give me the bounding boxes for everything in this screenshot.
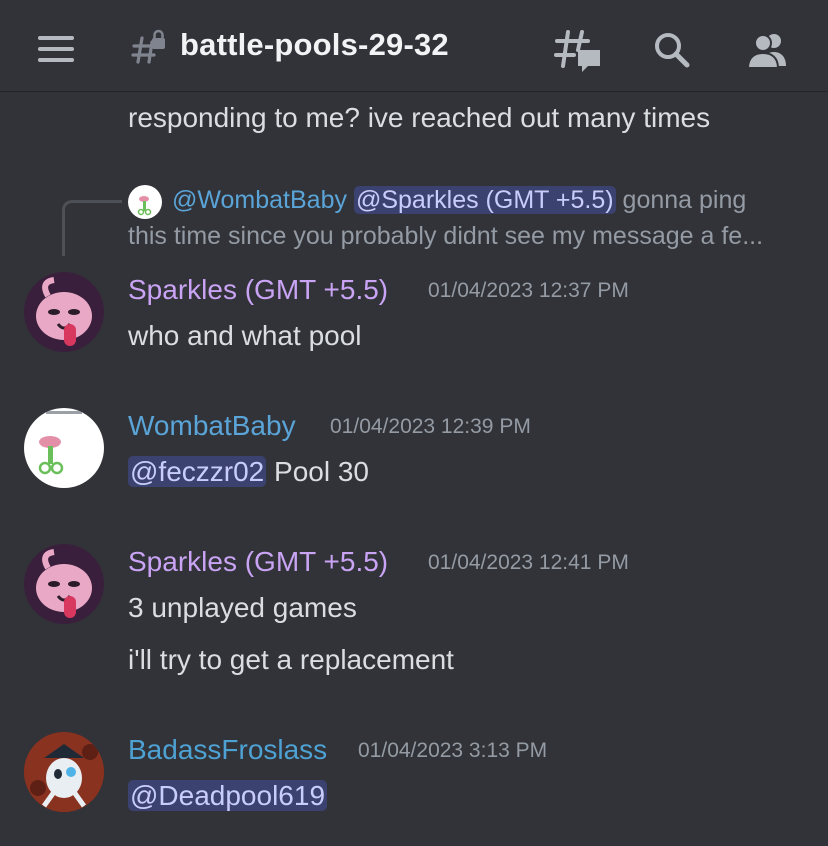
- reply-mention[interactable]: @Sparkles (GMT +5.5): [353, 186, 616, 214]
- message-text: 3 unplayed games: [128, 592, 357, 623]
- avatar-wombatbaby[interactable]: [24, 408, 104, 488]
- reply-author[interactable]: @WombatBaby: [172, 186, 347, 214]
- reply-preview-line2[interactable]: this time since you probably didnt see m…: [128, 222, 763, 251]
- author-name[interactable]: WombatBaby: [128, 410, 296, 442]
- search-icon[interactable]: [652, 30, 692, 70]
- message-text-rest: Pool 30: [266, 456, 369, 487]
- hamburger-menu-icon[interactable]: [38, 36, 74, 62]
- reply-avatar[interactable]: [128, 185, 162, 219]
- avatar-sparkles[interactable]: [24, 272, 104, 352]
- user-mention[interactable]: @feczzr02: [128, 456, 267, 487]
- message-timestamp: 01/04/2023 12:39 PM: [330, 415, 531, 438]
- message-text: who and what pool: [128, 320, 362, 351]
- avatar-sparkles[interactable]: [24, 544, 104, 624]
- message-timestamp: 01/04/2023 12:41 PM: [428, 551, 629, 574]
- channel-name: battle-pools-29-32: [180, 27, 449, 62]
- members-icon[interactable]: [746, 30, 790, 70]
- message-text: @Deadpool619: [128, 780, 328, 812]
- author-name[interactable]: Sparkles (GMT +5.5): [128, 546, 388, 578]
- author-name[interactable]: Sparkles (GMT +5.5): [128, 274, 388, 306]
- channel-header: battle-pools-29-32: [0, 0, 828, 92]
- avatar-badassfroslass[interactable]: [24, 732, 104, 812]
- threads-icon[interactable]: [554, 28, 602, 72]
- user-mention[interactable]: @Deadpool619: [128, 780, 328, 811]
- reply-preview-line1[interactable]: @WombatBaby @Sparkles (GMT +5.5) gonna p…: [172, 186, 746, 215]
- reply-connector: [62, 200, 122, 256]
- message-timestamp: 01/04/2023 12:37 PM: [428, 279, 629, 302]
- message-list: responding to me? ive reached out many t…: [0, 92, 828, 846]
- message-text: responding to me? ive reached out many t…: [128, 102, 711, 133]
- message-text: i'll try to get a replacement: [128, 644, 454, 675]
- message-text: @feczzr02 Pool 30: [128, 456, 369, 488]
- message-timestamp: 01/04/2023 3:13 PM: [358, 739, 548, 762]
- author-name[interactable]: BadassFroslass: [128, 734, 327, 766]
- locked-thread-channel-icon: [131, 29, 165, 64]
- reply-text-1: gonna ping: [615, 186, 747, 214]
